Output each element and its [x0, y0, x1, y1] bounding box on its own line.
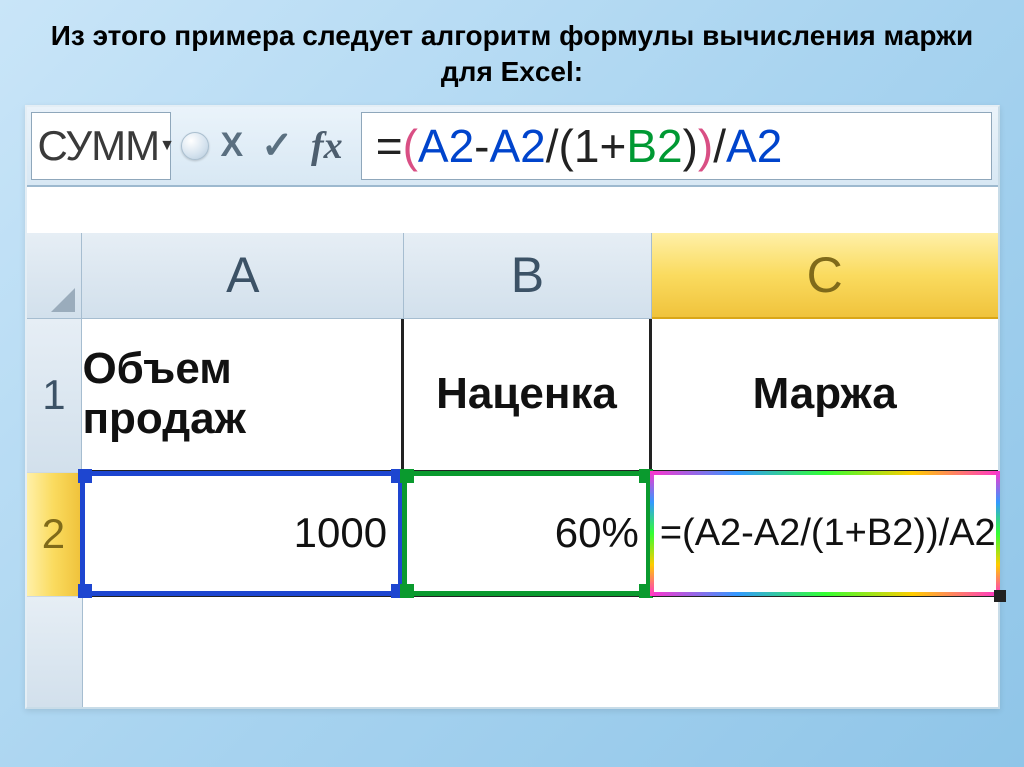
cell-value: Наценка	[436, 369, 617, 419]
cell-value: 1000	[294, 509, 387, 557]
name-box-value: СУММ	[38, 122, 160, 170]
formula-input[interactable]: =(A2-A2/(1+B2))/A2	[361, 112, 992, 180]
cell-A2[interactable]: 1000	[82, 473, 404, 597]
formula-bar-buttons: X ✓ fx	[175, 112, 355, 180]
select-all-corner[interactable]	[27, 233, 83, 319]
formula-token: /	[546, 119, 559, 173]
column-headers: A B C	[27, 233, 998, 319]
cell-value: Объем продаж	[82, 344, 401, 444]
cell-value: Маржа	[753, 369, 897, 419]
formula-token: B2	[626, 119, 682, 173]
row-1: 1 Объем продаж Наценка Маржа	[27, 319, 998, 473]
formula-token: )	[698, 119, 713, 173]
cell-C1[interactable]: Маржа	[652, 319, 998, 473]
cell-value: 60%	[555, 509, 639, 557]
cell-B1[interactable]: Наценка	[404, 319, 652, 473]
cell-A1[interactable]: Объем продаж	[82, 319, 404, 473]
formula-token: =	[376, 119, 403, 173]
empty-cells[interactable]	[83, 597, 998, 707]
row-header-1[interactable]: 1	[27, 319, 83, 473]
column-header-A[interactable]: A	[82, 233, 404, 319]
formula-bar: СУММ ▼ X ✓ fx =(A2-A2/(1+B2))/A2	[27, 107, 998, 187]
cell-value: =(A2-A2/(1+B2))/A2	[660, 512, 996, 555]
excel-screenshot: СУММ ▼ X ✓ fx =(A2-A2/(1+B2))/A2 A B C 1…	[25, 105, 1000, 709]
range-finder-icon[interactable]	[181, 132, 209, 160]
formula-token: A2	[418, 119, 474, 173]
row-2: 2 1000 60% =(A2-A2/(1+B2))/A2	[27, 473, 998, 597]
column-header-B[interactable]: B	[404, 233, 652, 319]
formula-token: (	[559, 119, 574, 173]
formula-token: (	[403, 119, 418, 173]
formula-token: )	[683, 119, 698, 173]
row-header-empty	[27, 597, 83, 707]
formula-token: 1	[574, 119, 600, 173]
formula-token: -	[474, 119, 489, 173]
chevron-down-icon[interactable]: ▼	[159, 138, 175, 154]
confirm-button[interactable]: ✓	[255, 123, 299, 168]
fx-button[interactable]: fx	[305, 124, 349, 168]
formula-token: +	[599, 119, 626, 173]
cancel-button[interactable]: X	[215, 126, 250, 165]
formula-token: A2	[726, 119, 782, 173]
cell-C2[interactable]: =(A2-A2/(1+B2))/A2	[652, 473, 998, 597]
formula-token: A2	[489, 119, 545, 173]
slide-title: Из этого примера следует алгоритм формул…	[24, 18, 1000, 91]
column-header-C[interactable]: C	[652, 233, 998, 319]
name-box[interactable]: СУММ ▼	[31, 112, 171, 180]
cell-B2[interactable]: 60%	[404, 473, 652, 597]
formula-token: /	[713, 119, 726, 173]
row-header-2[interactable]: 2	[27, 473, 83, 597]
row-empty	[27, 597, 998, 707]
